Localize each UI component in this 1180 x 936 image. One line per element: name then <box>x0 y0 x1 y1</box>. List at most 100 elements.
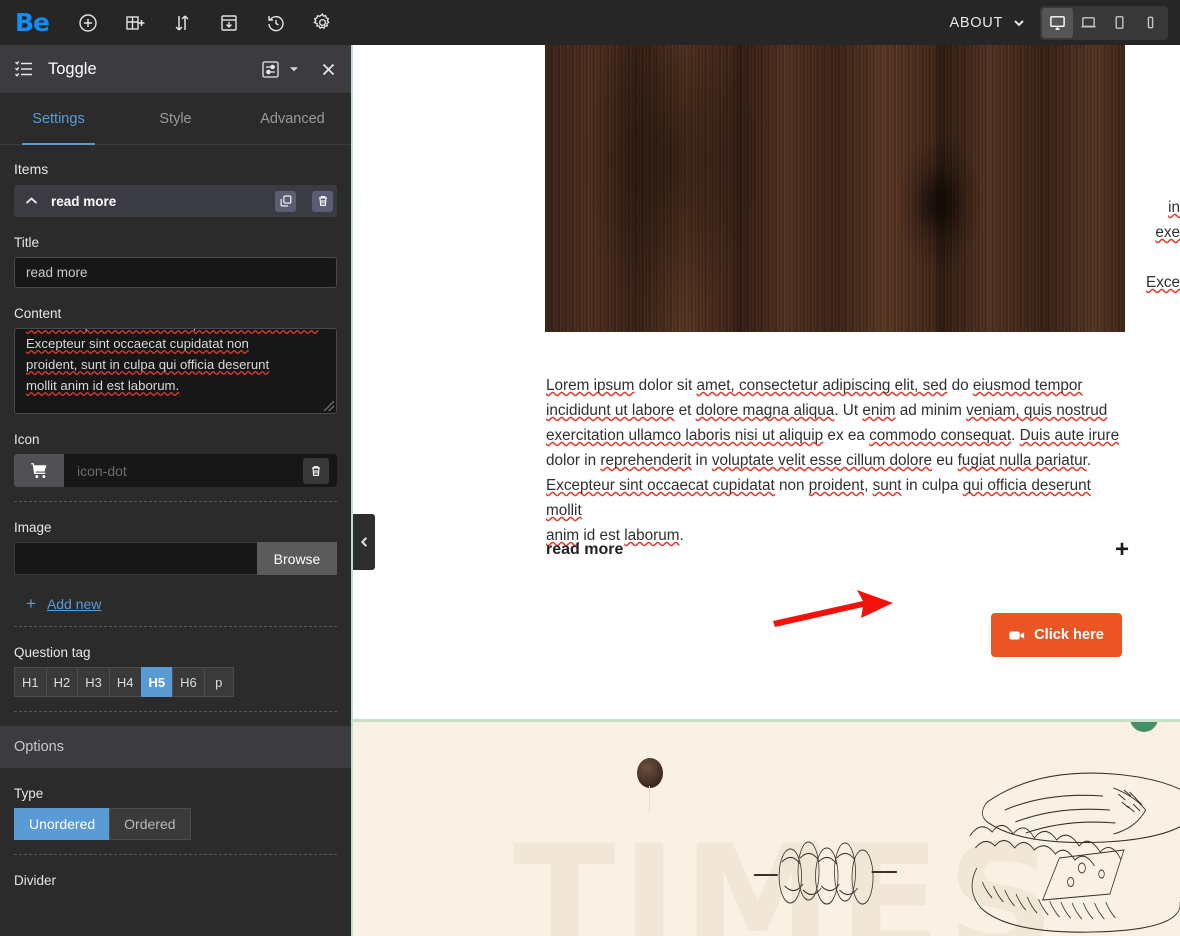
icon-label: Icon <box>14 432 40 447</box>
food-sketch-illustration <box>753 772 1180 933</box>
settings-sidebar: Toggle Settings Style Advanced Items rea… <box>0 45 353 936</box>
question-tag-h4[interactable]: H4 <box>108 667 141 697</box>
type-option-unordered[interactable]: Unordered <box>14 808 110 840</box>
right-column-text-fragments: in exe Exce <box>1146 195 1180 295</box>
tab-advanced[interactable]: Advanced <box>234 93 351 144</box>
panel-tabs: Settings Style Advanced <box>0 93 351 145</box>
paragraph-line-1: Lorem ipsum dolor sit amet, consectetur … <box>546 377 1083 394</box>
icon-input-placeholder: icon-dot <box>77 462 127 479</box>
icon-name-input[interactable]: icon-dot <box>64 454 337 487</box>
paragraph-line-4: dolor in reprehenderit in voluptate veli… <box>546 452 1092 469</box>
tab-style[interactable]: Style <box>117 93 234 144</box>
settings-scroll-area[interactable]: Items read more Title read more Content … <box>0 145 351 936</box>
toolbar-right-group: ABOUT <box>950 0 1180 45</box>
type-segmented-control: Unordered Ordered <box>14 808 337 840</box>
plus-icon: + <box>26 594 36 613</box>
app-logo[interactable]: Be <box>0 8 64 37</box>
content-label: Content <box>14 306 62 321</box>
paragraph-line-2: incididunt ut labore et dolore magna ali… <box>546 402 1108 419</box>
list-item[interactable]: read more <box>14 185 337 217</box>
list-item-label: read more <box>51 193 117 209</box>
type-label: Type <box>14 786 44 801</box>
image-path-input[interactable] <box>14 542 257 575</box>
click-here-button[interactable]: Click here <box>991 613 1122 657</box>
icon-picker-row: icon-dot <box>14 454 337 487</box>
divider-line-3 <box>14 711 337 712</box>
divider-label: Divider <box>14 873 57 888</box>
question-tag-h5[interactable]: H5 <box>140 667 173 697</box>
content-line-2: proident, sunt in culpa qui officia dese… <box>26 357 270 372</box>
video-camera-icon <box>1009 631 1025 639</box>
olive-stick <box>649 786 650 812</box>
sort-icon[interactable] <box>158 0 205 45</box>
content-line-1: Excepteur sint occaecat cupidatat non <box>26 336 249 351</box>
toggle-read-more[interactable]: read more + <box>546 538 1129 562</box>
toolbar-icon-group <box>64 0 346 45</box>
question-tag-segmented-control: H1 H2 H3 H4 H5 H6 p <box>14 667 337 697</box>
device-desktop-button[interactable] <box>1042 7 1073 38</box>
question-tag-label: Question tag <box>14 645 91 660</box>
icon-clear-trash-icon[interactable] <box>303 457 329 484</box>
annotation-arrow <box>773 590 893 627</box>
type-option-ordered[interactable]: Ordered <box>109 808 191 840</box>
add-new-label: Add new <box>46 595 102 612</box>
device-mobile-button[interactable] <box>1135 8 1166 38</box>
toggle-label: read more <box>546 541 624 558</box>
title-input[interactable]: read more <box>14 257 337 288</box>
page-selector[interactable]: ABOUT <box>950 15 1040 31</box>
device-tablet-button[interactable] <box>1104 8 1135 38</box>
chevron-up-icon[interactable] <box>24 195 39 207</box>
olive-photo <box>637 758 663 788</box>
browse-button[interactable]: Browse <box>257 542 337 575</box>
lower-section[interactable]: + TIMES <box>353 719 1180 936</box>
click-here-label: Click here <box>1034 627 1104 643</box>
content-scrolled-line: dolor in reprehenderit in voluptate veli… <box>26 329 325 334</box>
preview-paragraph: Lorem ipsum dolor sit amet, consectetur … <box>546 373 1126 548</box>
content-line-3: mollit anim id est laborum. <box>26 378 180 393</box>
trash-icon[interactable] <box>312 190 333 212</box>
content-textarea[interactable]: dolor in reprehenderit in voluptate veli… <box>14 328 337 414</box>
image-picker-row: Browse <box>14 542 337 575</box>
hero-wood-image[interactable] <box>545 45 1125 332</box>
panel-header: Toggle <box>0 45 351 93</box>
add-new-item-button[interactable]: + Add new <box>0 575 351 612</box>
paragraph-line-3: exercitation ullamco laboris nisi ut ali… <box>546 427 1120 444</box>
toggle-plus-icon[interactable]: + <box>1115 538 1129 562</box>
chevron-down-icon <box>1014 19 1024 26</box>
add-circle-icon[interactable] <box>64 0 111 45</box>
chevron-left-icon <box>360 537 367 547</box>
save-template-icon[interactable] <box>205 0 252 45</box>
question-tag-h6[interactable]: H6 <box>172 667 204 697</box>
history-icon[interactable] <box>252 0 299 45</box>
textarea-resize-handle[interactable] <box>324 401 334 411</box>
question-tag-h1[interactable]: H1 <box>14 667 46 697</box>
page-selector-label: ABOUT <box>949 14 1003 31</box>
question-tag-h2[interactable]: H2 <box>45 667 78 697</box>
shopping-cart-icon[interactable] <box>14 454 64 487</box>
right-fragment-1: in <box>1168 199 1180 216</box>
right-fragment-3: Exce <box>1146 274 1180 291</box>
paragraph-line-5: Excepteur sint occaecat cupidatat non pr… <box>546 477 1091 519</box>
list-settings-icon <box>14 60 34 78</box>
device-preview-group <box>1040 5 1168 40</box>
settings-gear-icon[interactable] <box>299 0 346 45</box>
panel-dropdown-chevron-down-icon[interactable] <box>288 63 300 75</box>
add-section-icon[interactable] <box>111 0 158 45</box>
tab-settings[interactable]: Settings <box>0 93 117 145</box>
title-label: Title <box>14 235 40 250</box>
options-section-header: Options <box>0 726 351 768</box>
question-tag-p[interactable]: p <box>203 667 234 697</box>
question-tag-h3[interactable]: H3 <box>77 667 109 697</box>
close-icon[interactable] <box>320 61 337 78</box>
device-laptop-button[interactable] <box>1073 8 1104 38</box>
image-label: Image <box>14 520 52 535</box>
sidebar-collapse-handle[interactable] <box>353 514 375 570</box>
right-fragment-2: exe <box>1155 224 1180 241</box>
page-preview[interactable]: Lorem ipsum dolor sit amet, consectetur … <box>353 45 1180 936</box>
add-section-button[interactable]: + <box>1130 722 1158 732</box>
sliders-box-icon[interactable] <box>261 60 280 79</box>
duplicate-icon[interactable] <box>275 190 296 212</box>
items-label: Items <box>14 161 49 177</box>
panel-title: Toggle <box>48 59 97 78</box>
top-toolbar: Be ABOUT <box>0 0 1180 45</box>
